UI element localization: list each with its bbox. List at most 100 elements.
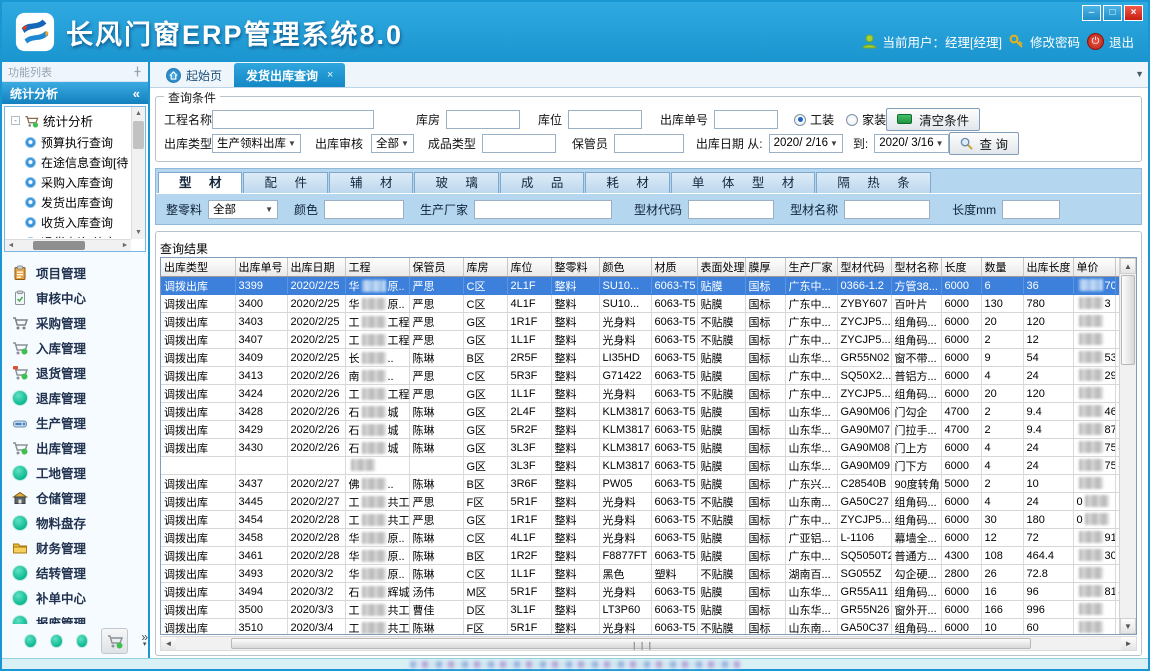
sidebar-item[interactable]: 补单中心 [12, 585, 148, 610]
table-row[interactable]: 调拨出库34132020/2/26南..严思C区5R3F整料G714226063… [161, 367, 1119, 385]
table-row[interactable]: 调拨出库34072020/2/25工工程严思G区1L1F整料光身料6063-T5… [161, 331, 1119, 349]
date-from-select[interactable]: 2020/ 2/16▼ [769, 134, 843, 153]
warehouse-input[interactable] [446, 110, 520, 129]
product-type-input[interactable] [482, 134, 556, 153]
table-row[interactable]: 调拨出库34032020/2/25工工程严思G区1R1F整料光身料6063-T5… [161, 313, 1119, 331]
sidebar-overflow-button[interactable]: »▾ [141, 633, 148, 649]
column-header[interactable]: 出库日期 [287, 258, 345, 277]
column-header[interactable]: 长度 [941, 258, 981, 277]
sidebar-item[interactable]: 采购管理 [12, 310, 148, 335]
change-password-button[interactable]: 修改密码 [1009, 32, 1080, 51]
material-tab[interactable]: 配 件 [243, 172, 327, 193]
scroll-right-icon[interactable]: ► [119, 240, 131, 251]
sidebar-item[interactable]: 退货管理 [12, 360, 148, 385]
tree-vertical-scrollbar[interactable]: ▲ ▼ [131, 107, 145, 239]
scroll-down-icon[interactable]: ▼ [132, 226, 145, 239]
sidebar-item[interactable]: 生产管理 [12, 410, 148, 435]
tree-root-node[interactable]: - 统计分析 [7, 109, 130, 132]
table-row[interactable]: 调拨出库35002020/3/3工共工程曹佳D区3L1F整料LT3P606063… [161, 601, 1119, 619]
tree-hscroll-thumb[interactable] [33, 241, 85, 250]
maximize-button[interactable]: □ [1103, 5, 1122, 21]
order-no-input[interactable] [714, 110, 778, 129]
radio-selected-icon[interactable] [794, 114, 806, 126]
column-header[interactable]: 整零料 [551, 258, 599, 277]
material-tab[interactable]: 隔 热 条 [816, 172, 930, 193]
keeper-input[interactable] [614, 134, 684, 153]
sidebar-item[interactable]: 入库管理 [12, 335, 148, 360]
tab-shipment-query[interactable]: 发货出库查询 × [234, 63, 345, 87]
tab-home[interactable]: 起始页 [154, 63, 234, 87]
radio-jiazhuang[interactable]: 家装 [846, 111, 886, 128]
out-type-select[interactable]: 生产领料出库▼ [212, 134, 301, 153]
table-row[interactable]: 调拨出库34942020/3/2石辉城汤伟M区5R1F整料光身料6063-T5贴… [161, 583, 1119, 601]
table-row[interactable]: 调拨出库34092020/2/25长..陈琳B区2R5F整料LI35HD6063… [161, 349, 1119, 367]
profile-code-input[interactable] [688, 200, 774, 219]
scroll-right-icon[interactable]: ► [1121, 637, 1136, 650]
column-header[interactable]: 出库长度 [1023, 258, 1073, 277]
scroll-left-icon[interactable]: ◄ [161, 637, 176, 650]
module-dot-icon[interactable] [76, 634, 89, 648]
column-header[interactable]: 库位 [507, 258, 551, 277]
audit-select[interactable]: 全部▼ [371, 134, 414, 153]
table-row[interactable]: 调拨出库34002020/2/25华原..严思C区4L1F整料SU10...60… [161, 295, 1119, 313]
tree-item[interactable]: 预算执行查询 [7, 132, 130, 152]
module-dot-icon[interactable] [50, 634, 63, 648]
material-tab[interactable]: 成 品 [500, 172, 584, 193]
sidebar-item[interactable]: 物料盘存 [12, 510, 148, 535]
sidebar-item[interactable]: 仓储管理 [12, 485, 148, 510]
table-row[interactable]: 调拨出库34932020/3/2华原..陈琳C区1L1F整料黑色塑料不贴膜国标湖… [161, 565, 1119, 583]
column-header[interactable]: 型材代码 [837, 258, 891, 277]
column-header[interactable]: 工程 [345, 258, 409, 277]
whole-select[interactable]: 全部▼ [208, 200, 278, 219]
column-header[interactable]: 数量 [981, 258, 1023, 277]
cart-module-button[interactable] [101, 628, 128, 654]
table-row[interactable]: 调拨出库34452020/2/27工共工程严思F区5R1F整料光身料6063-T… [161, 493, 1119, 511]
clear-conditions-button[interactable]: 清空条件 [886, 108, 980, 131]
sidebar-item[interactable]: 报废管理 [12, 610, 148, 624]
column-header[interactable]: 型材名称 [891, 258, 941, 277]
tree-item[interactable]: 退货查询[待定] [7, 232, 130, 238]
tab-close-icon[interactable]: × [327, 69, 333, 81]
table-row[interactable]: 调拨出库34542020/2/28工共工程严思G区1R1F整料光身料6063-T… [161, 511, 1119, 529]
tree-item[interactable]: 采购入库查询 [7, 172, 130, 192]
sidebar-item[interactable]: 出库管理 [12, 435, 148, 460]
table-row[interactable]: 调拨出库34282020/2/26石城陈琳G区2L4F整料KLM38176063… [161, 403, 1119, 421]
stats-section-header[interactable]: 统计分析 « [2, 82, 148, 104]
sidebar-item[interactable]: 结转管理 [12, 560, 148, 585]
scroll-left-icon[interactable]: ◄ [5, 240, 17, 251]
close-button[interactable]: × [1124, 5, 1143, 21]
location-input[interactable] [568, 110, 642, 129]
color-input[interactable] [324, 200, 404, 219]
material-tab[interactable]: 玻 璃 [414, 172, 498, 193]
column-header[interactable]: 保管员 [409, 258, 463, 277]
column-header[interactable]: 生产厂家 [785, 258, 837, 277]
column-header[interactable]: 出库类型 [161, 258, 235, 277]
scroll-down-icon[interactable]: ▼ [1120, 618, 1136, 634]
material-tab[interactable]: 型 材 [158, 172, 242, 193]
column-header[interactable]: 表面处理 [697, 258, 745, 277]
tree-item[interactable]: 发货出库查询 [7, 192, 130, 212]
table-row[interactable]: 调拨出库34292020/2/26石城陈琳G区5R2F整料KLM38176063… [161, 421, 1119, 439]
tree-item[interactable]: 在途信息查询[待 [7, 152, 130, 172]
column-header[interactable]: 出库单号 [235, 258, 287, 277]
date-to-select[interactable]: 2020/ 3/16▼ [874, 134, 948, 153]
search-button[interactable]: 查 询 [949, 132, 1019, 155]
grid-hscroll-thumb[interactable]: ❙❙❙ [231, 638, 1031, 649]
radio-gongzhuang-label[interactable]: 工装 [810, 113, 834, 127]
tree-vscroll-thumb[interactable] [133, 121, 144, 149]
table-row[interactable]: 调拨出库33992020/2/25华原..严思C区2L1F整料SU10...60… [161, 277, 1119, 295]
column-header[interactable]: 颜色 [599, 258, 651, 277]
module-dot-icon[interactable] [24, 634, 37, 648]
table-row[interactable]: G区3L3F整料KLM38176063-T5贴膜国标山东华...GA90M09.… [161, 457, 1119, 475]
sidebar-item[interactable]: 项目管理 [12, 260, 148, 285]
pin-icon[interactable] [133, 66, 142, 77]
collapse-icon[interactable]: « [133, 86, 140, 101]
tab-overflow-icon[interactable]: ▼ [1135, 69, 1144, 79]
material-tab[interactable]: 辅 材 [329, 172, 413, 193]
material-tab[interactable]: 单 体 型 材 [671, 172, 815, 193]
sidebar-item[interactable]: 审核中心 [12, 285, 148, 310]
sidebar-item[interactable]: 工地管理 [12, 460, 148, 485]
tree-item[interactable]: 收货入库查询 [7, 212, 130, 232]
grid-vertical-scrollbar[interactable]: ▲ ▼ [1119, 258, 1136, 634]
radio-unselected-icon[interactable] [846, 114, 858, 126]
